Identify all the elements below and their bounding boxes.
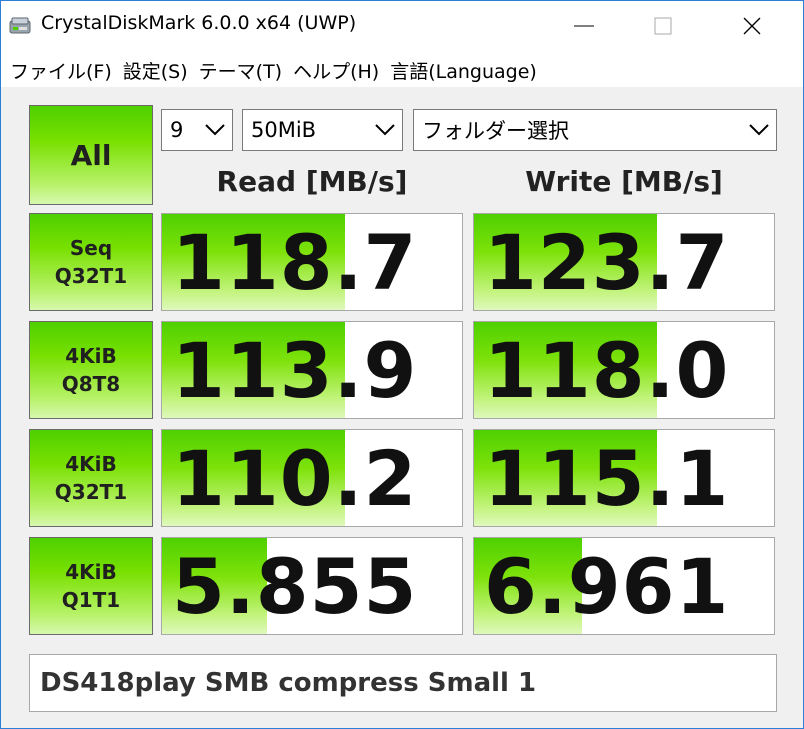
write-result-value: 115.1 (484, 433, 730, 523)
test-count-value: 9 (170, 118, 184, 142)
test-label-line2: Q32T1 (54, 480, 128, 504)
read-result-cell: 110.2 (161, 429, 463, 527)
menu-help[interactable]: ヘルプ(H) (293, 57, 379, 84)
write-result-value: 6.961 (484, 541, 730, 631)
chevron-down-icon (368, 110, 402, 150)
test-label-line1: Seq (69, 236, 113, 260)
read-result-cell: 5.855 (161, 537, 463, 635)
app-window: CrystalDiskMark 6.0.0 x64 (UWP) ファイル(F) … (0, 0, 804, 729)
test-4kib-q1t1-button[interactable]: 4KiB Q1T1 (29, 537, 153, 635)
read-result-cell: 118.7 (161, 213, 463, 311)
write-result-value: 118.0 (484, 325, 730, 415)
test-size-select[interactable]: 50MiB (242, 109, 403, 151)
read-result-value: 113.9 (172, 325, 418, 415)
test-label-line2: Q32T1 (54, 264, 128, 288)
read-result-value: 118.7 (172, 217, 418, 307)
read-column-header: Read [MB/s] (216, 165, 408, 198)
menu-theme[interactable]: テーマ(T) (199, 57, 282, 84)
close-button[interactable] (729, 1, 775, 51)
write-result-cell: 115.1 (473, 429, 775, 527)
write-result-cell: 123.7 (473, 213, 775, 311)
comment-field[interactable]: DS418play SMB compress Small 1 (29, 654, 777, 712)
test-seq-q32t1-button[interactable]: Seq Q32T1 (29, 213, 153, 311)
write-result-value: 123.7 (484, 217, 730, 307)
window-title: CrystalDiskMark 6.0.0 x64 (UWP) (41, 12, 357, 34)
chevron-down-icon (198, 110, 232, 150)
test-label-line1: 4KiB (65, 560, 117, 584)
minimize-button[interactable] (561, 1, 607, 51)
target-folder-select[interactable]: フォルダー選択 (413, 109, 777, 151)
test-size-value: 50MiB (251, 118, 317, 142)
menu-bar: ファイル(F) 設定(S) テーマ(T) ヘルプ(H) 言語(Language) (1, 53, 803, 87)
read-result-value: 5.855 (172, 541, 418, 631)
maximize-icon (654, 17, 672, 35)
chevron-down-icon (742, 110, 776, 150)
test-label-line1: 4KiB (65, 452, 117, 476)
menu-settings[interactable]: 設定(S) (123, 57, 188, 84)
menu-language[interactable]: 言語(Language) (390, 57, 537, 84)
write-column-header: Write [MB/s] (525, 165, 723, 198)
write-result-cell: 6.961 (473, 537, 775, 635)
maximize-button[interactable] (639, 1, 685, 51)
test-4kib-q8t8-button[interactable]: 4KiB Q8T8 (29, 321, 153, 419)
target-folder-value: フォルダー選択 (422, 119, 569, 143)
test-label-line1: 4KiB (65, 344, 117, 368)
test-count-select[interactable]: 9 (161, 109, 233, 151)
title-bar[interactable]: CrystalDiskMark 6.0.0 x64 (UWP) (1, 1, 803, 51)
read-result-value: 110.2 (172, 433, 418, 523)
disk-icon (9, 17, 31, 34)
test-label-line2: Q8T8 (61, 372, 121, 396)
write-result-cell: 118.0 (473, 321, 775, 419)
main-panel: All 9 50MiB フォルダー選択 Read [MB/s] Write [M… (1, 87, 803, 728)
run-all-button[interactable]: All (29, 105, 153, 205)
menu-file[interactable]: ファイル(F) (10, 57, 112, 84)
test-4kib-q32t1-button[interactable]: 4KiB Q32T1 (29, 429, 153, 527)
test-label-line2: Q1T1 (61, 588, 121, 612)
minimize-icon (574, 25, 594, 27)
close-icon (743, 17, 761, 35)
read-result-cell: 113.9 (161, 321, 463, 419)
